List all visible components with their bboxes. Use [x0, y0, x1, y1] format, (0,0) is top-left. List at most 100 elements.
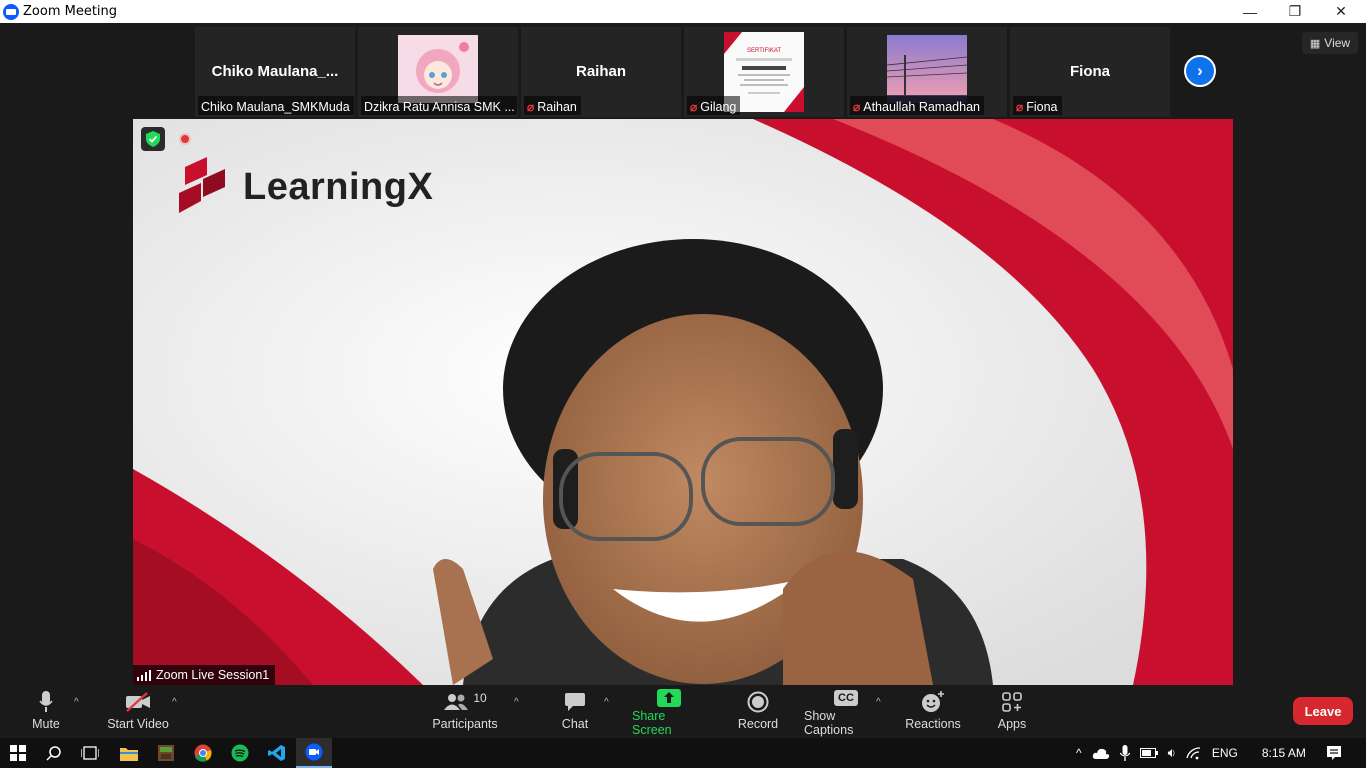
participant-tile[interactable]: Raihan ⌀ Raihan — [521, 27, 681, 117]
participants-options-chevron-icon[interactable]: ^ — [514, 697, 519, 708]
chat-options-chevron-icon[interactable]: ^ — [604, 697, 609, 708]
participant-name-label: ⌀ Athaullah Ramadhan — [850, 96, 984, 115]
minecraft-taskbar-button[interactable] — [148, 738, 184, 768]
microphone-icon — [39, 691, 53, 712]
mute-label: Mute — [32, 717, 60, 731]
system-tray: ^ 🔉︎ ENG 8:15 AM — [1076, 738, 1306, 768]
chevron-up-icon[interactable]: ^ — [1076, 746, 1082, 760]
search-icon — [46, 746, 61, 761]
muted-mic-icon: ⌀ — [1016, 99, 1024, 114]
participant-tile[interactable]: Dzikra Ratu Annisa SMK ... — [358, 27, 518, 117]
muted-mic-icon: ⌀ — [853, 99, 861, 114]
participants-count: 10 — [473, 691, 487, 705]
captions-icon: CC — [834, 690, 858, 706]
language-indicator[interactable]: ENG — [1212, 746, 1238, 760]
restore-button[interactable]: ❐ — [1272, 0, 1318, 23]
chat-button[interactable]: Chat — [558, 687, 592, 737]
audio-options-chevron-icon[interactable]: ^ — [74, 697, 79, 708]
start-button[interactable] — [0, 738, 36, 768]
participant-display-name: Chiko Maulana_... — [211, 63, 339, 80]
start-video-button[interactable]: Start Video — [104, 687, 172, 737]
folder-icon — [120, 747, 138, 761]
participant-label-text: Chiko Maulana_SMKMuda — [201, 99, 350, 114]
spotify-taskbar-button[interactable] — [222, 738, 258, 768]
close-button[interactable]: ✕ — [1318, 0, 1364, 23]
participant-name-label: ⌀ Fiona — [1013, 96, 1062, 115]
vscode-icon — [268, 745, 285, 761]
reactions-label: Reactions — [905, 717, 961, 731]
learningx-mark-icon — [179, 157, 225, 213]
signal-strength-icon — [137, 669, 151, 681]
view-label: View — [1324, 36, 1351, 50]
windows-logo-icon — [10, 745, 26, 761]
muted-mic-icon: ⌀ — [690, 99, 698, 114]
search-button[interactable] — [36, 738, 72, 768]
windows-taskbar: ^ 🔉︎ ENG 8:15 AM — [0, 738, 1366, 768]
participant-name-label: Chiko Maulana_SMKMuda — [198, 96, 354, 115]
apps-label: Apps — [997, 717, 1027, 731]
security-shield-icon[interactable] — [141, 127, 165, 151]
grid-view-icon: ▦ — [1309, 37, 1321, 50]
brand-name: LearningX — [243, 165, 434, 208]
apps-button[interactable]: Apps — [994, 687, 1030, 737]
volume-icon[interactable]: 🔉︎ — [1168, 745, 1176, 761]
main-video[interactable]: LearningX Zoom Live Session1 — [133, 119, 1233, 685]
muted-mic-icon: ⌀ — [527, 99, 535, 114]
anime-avatar-image — [398, 35, 478, 103]
reactions-button[interactable]: Reactions — [904, 687, 962, 737]
zoom-logo-icon — [3, 3, 19, 20]
battery-icon[interactable] — [1139, 747, 1158, 759]
record-label: Record — [737, 717, 779, 731]
file-explorer-taskbar-button[interactable] — [111, 738, 147, 768]
title-bar: Zoom Meeting — ❐ ✕ — [0, 0, 1366, 23]
mute-button[interactable]: Mute — [28, 687, 64, 737]
captions-options-chevron-icon[interactable]: ^ — [876, 697, 881, 708]
participants-icon — [444, 694, 469, 710]
next-page-button[interactable]: › — [1184, 55, 1216, 87]
participants-button[interactable]: 10 Participants — [432, 687, 498, 737]
minecraft-icon — [158, 745, 174, 761]
share-screen-label: Share Screen — [632, 709, 672, 737]
notifications-button[interactable] — [1316, 738, 1352, 768]
minimize-button[interactable]: — — [1227, 0, 1273, 23]
chevron-right-icon: › — [1197, 61, 1203, 80]
record-button[interactable]: Record — [736, 687, 780, 737]
chat-icon — [565, 693, 585, 711]
show-captions-button[interactable]: CC Show Captions — [804, 687, 888, 737]
microphone-tray-icon[interactable] — [1119, 745, 1130, 761]
sunset-wires-image — [887, 35, 967, 103]
onedrive-cloud-icon[interactable] — [1092, 747, 1110, 759]
participant-tile[interactable]: ⌀ Athaullah Ramadhan — [847, 27, 1007, 117]
participant-tile[interactable]: Chiko Maulana_... Chiko Maulana_SMKMuda — [195, 27, 355, 117]
task-view-icon — [81, 746, 99, 760]
leave-button[interactable]: Leave — [1293, 697, 1353, 725]
participant-label-text: Fiona — [1026, 99, 1058, 114]
participant-tile[interactable]: Fiona ⌀ Fiona — [1010, 27, 1170, 117]
vscode-taskbar-button[interactable] — [259, 738, 295, 768]
zoom-icon — [305, 743, 323, 761]
chrome-icon — [194, 744, 212, 762]
wifi-icon[interactable] — [1186, 746, 1202, 760]
spotify-icon — [231, 744, 249, 762]
video-options-chevron-icon[interactable]: ^ — [172, 697, 177, 708]
participant-tile[interactable]: SERTIFIKAT ⌀ Gilang — [684, 27, 844, 117]
chrome-taskbar-button[interactable] — [185, 738, 221, 768]
participant-name-label: Dzikra Ratu Annisa SMK ... — [361, 96, 517, 115]
notification-icon — [1327, 746, 1341, 760]
session-label-text: Zoom Live Session1 — [156, 668, 270, 682]
window-title: Zoom Meeting — [23, 4, 118, 19]
chat-label: Chat — [561, 717, 589, 731]
clock[interactable]: 8:15 AM — [1262, 746, 1306, 760]
record-icon — [747, 691, 769, 713]
reactions-icon — [922, 691, 944, 712]
zoom-taskbar-button[interactable] — [296, 738, 332, 768]
participant-label-text: Gilang — [700, 99, 737, 114]
participant-name-label: ⌀ Raihan — [524, 96, 581, 115]
share-screen-icon — [657, 689, 681, 707]
show-captions-label: Show Captions — [804, 709, 854, 737]
task-view-button[interactable] — [72, 738, 108, 768]
meeting-toolbar: Mute ^ Start Video ^ 10 Participants ^ C… — [0, 685, 1366, 738]
view-button[interactable]: ▦ View — [1302, 32, 1358, 54]
apps-icon — [1002, 692, 1022, 712]
share-screen-button[interactable]: Share Screen — [632, 687, 706, 737]
